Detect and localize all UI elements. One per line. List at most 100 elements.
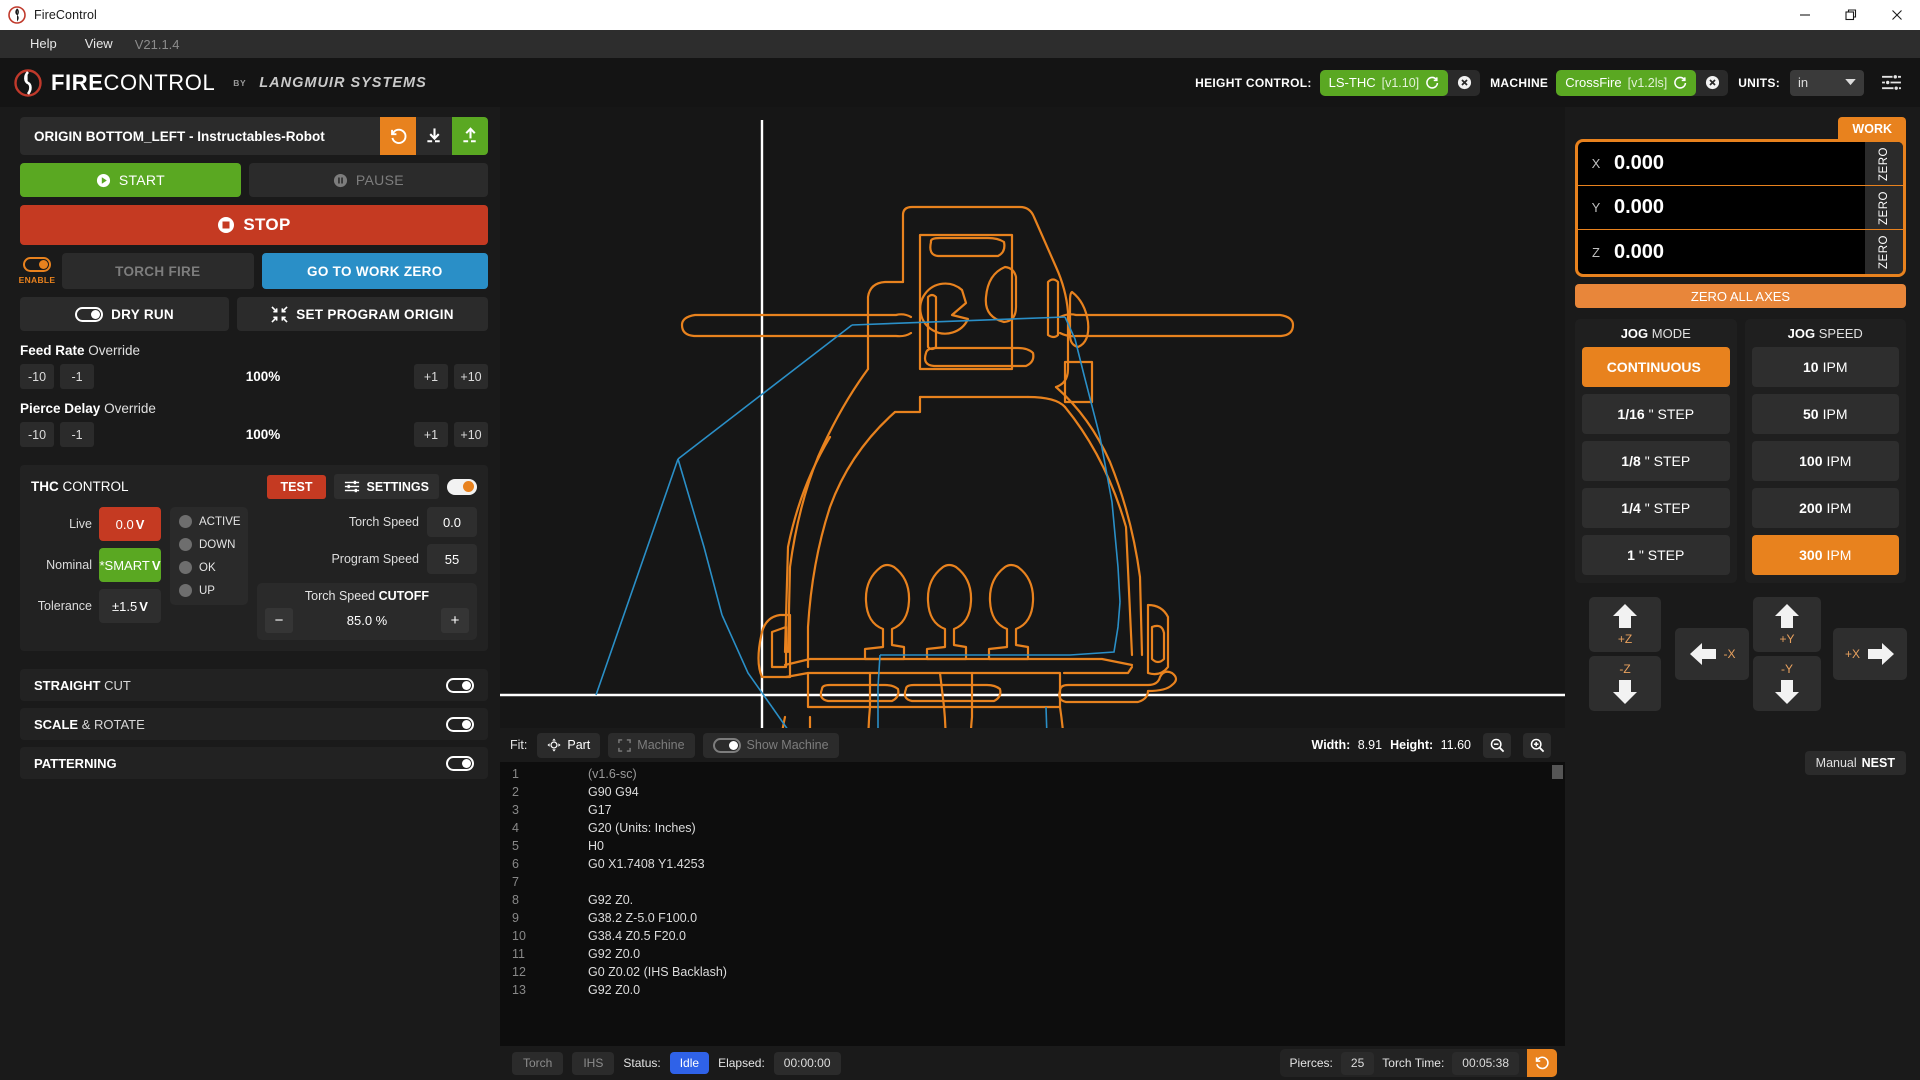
app-settings-icon[interactable] — [1876, 70, 1906, 96]
toolpath-canvas[interactable] — [500, 107, 1565, 728]
fit-part-button[interactable]: Part — [537, 732, 601, 758]
jog-speed-200[interactable]: 200 IPM — [1751, 488, 1899, 528]
show-machine-button[interactable]: Show Machine — [702, 732, 839, 758]
height-control-pill[interactable]: LS-THC [v1.10] — [1319, 69, 1449, 96]
jog-speed-100[interactable]: 100 IPM — [1751, 441, 1899, 481]
file-reset-button[interactable] — [380, 117, 416, 155]
thc-test-button[interactable]: TEST — [266, 474, 327, 499]
pierce-delay-minus-10[interactable]: -10 — [20, 422, 54, 447]
dro-zero-z-button[interactable]: ZERO — [1865, 230, 1903, 274]
thc-settings-button[interactable]: SETTINGS — [334, 474, 439, 499]
pierces-value: 25 — [1340, 1051, 1375, 1075]
dry-run-button[interactable]: DRY RUN — [20, 297, 230, 331]
straight-cut-toggle[interactable] — [446, 677, 474, 693]
jog-mode-rest: MODE — [1651, 326, 1691, 341]
gcode-scrollbar[interactable] — [1552, 765, 1563, 779]
gcode-line-text: G38.4 Z0.5 F20.0 — [588, 929, 686, 943]
jog-mode-step-1-8[interactable]: 1/8 " STEP — [1582, 441, 1730, 481]
menu-item-view[interactable]: View — [71, 30, 127, 58]
jog-x-plus-button[interactable]: +X — [1833, 628, 1907, 680]
jog-x-minus-button[interactable]: -X — [1675, 628, 1749, 680]
pierce-delay-plus-10[interactable]: +10 — [454, 422, 488, 447]
jog-speed-300[interactable]: 300 IPM — [1751, 535, 1899, 575]
dro-zero-x-button[interactable]: ZERO — [1865, 142, 1903, 185]
accordion-patterning[interactable]: PATTERNING — [20, 747, 488, 779]
manual-nest-button[interactable]: Manual NEST — [1804, 751, 1906, 775]
machine-pill[interactable]: CrossFire [v1.2ls] — [1556, 69, 1697, 96]
thc-cutoff-increment[interactable]: + — [440, 608, 469, 633]
jog-z-down-button[interactable]: -Z — [1589, 656, 1661, 711]
thc-cutoff-decrement[interactable]: − — [265, 608, 293, 633]
file-download-button[interactable] — [416, 117, 452, 155]
dro-zero-x-label: ZERO — [1877, 146, 1890, 181]
units-select[interactable]: in — [1790, 69, 1864, 96]
jog-speed-10[interactable]: 10 IPM — [1751, 347, 1899, 387]
accordion-straight-cut-bold: STRAIGHT — [34, 677, 101, 693]
jog-y-up-button[interactable]: +Y — [1753, 597, 1821, 652]
dro-zero-y-button[interactable]: ZERO — [1865, 186, 1903, 229]
dro-value-y[interactable]: 0.000 — [1614, 186, 1865, 229]
enable-toggle[interactable] — [23, 257, 51, 272]
menubar: Help View V21.1.4 — [0, 30, 1920, 58]
thc-header: THC CONTROL TEST SETTINGS — [31, 474, 477, 499]
pause-button[interactable]: PAUSE — [248, 163, 488, 197]
accordion-patterning-bold: PATTERNING — [34, 755, 117, 771]
jog-mode-step-1-16[interactable]: 1/16 " STEP — [1582, 394, 1730, 434]
patterning-toggle[interactable] — [446, 755, 474, 771]
thc-led-down-label: DOWN — [199, 538, 236, 551]
jog-speed-300-rest: IPM — [1826, 547, 1852, 563]
jog-speed-50[interactable]: 50 IPM — [1751, 394, 1899, 434]
accordion-straight-cut[interactable]: STRAIGHT CUT — [20, 669, 488, 701]
thc-live-number: 0.0 — [115, 516, 134, 532]
reset-counters-button[interactable] — [1527, 1049, 1557, 1077]
thc-enable-toggle[interactable] — [447, 478, 477, 495]
enable-toggle-wrap[interactable]: ENABLE — [19, 253, 55, 289]
thc-nominal-value[interactable]: *SMART V — [99, 548, 161, 582]
jog-mode-continuous[interactable]: CONTINUOUS — [1582, 347, 1730, 387]
minimize-icon[interactable] — [1782, 0, 1828, 30]
feed-rate-plus-10[interactable]: +10 — [454, 364, 488, 389]
zero-all-axes-button[interactable]: ZERO ALL AXES — [1575, 284, 1906, 308]
jog-mode-step-1[interactable]: 1 " STEP — [1582, 535, 1730, 575]
feed-rate-plus-1[interactable]: +1 — [414, 364, 448, 389]
thc-cutoff-header: Torch Speed CUTOFF — [265, 589, 469, 603]
jog-speed-200-rest: IPM — [1826, 500, 1852, 516]
thc-tolerance-value[interactable]: ±1.5 V — [99, 589, 161, 623]
gcode-line-number: 13 — [512, 983, 526, 997]
file-upload-button[interactable] — [452, 117, 488, 155]
pierce-delay-minus-1[interactable]: -1 — [60, 422, 94, 447]
feed-rate-minus-10[interactable]: -10 — [20, 364, 54, 389]
thc-nominal-label: Nominal — [46, 558, 92, 572]
accordion-scale-rotate[interactable]: SCALE & ROTATE — [20, 708, 488, 740]
toolpath-preview[interactable] — [500, 107, 1565, 728]
height-control-disconnect-icon[interactable] — [1448, 70, 1480, 96]
zoom-in-button[interactable] — [1523, 732, 1551, 758]
menu-item-help[interactable]: Help — [16, 30, 71, 58]
torch-fire-button[interactable]: TORCH FIRE — [62, 253, 254, 289]
jog-mode-step-1-4-rest: " STEP — [1644, 500, 1691, 516]
feed-rate-minus-1[interactable]: -1 — [60, 364, 94, 389]
maximize-icon[interactable] — [1828, 0, 1874, 30]
dro-value-z[interactable]: 0.000 — [1614, 230, 1865, 274]
close-icon[interactable] — [1874, 0, 1920, 30]
dro-value-x[interactable]: 0.000 — [1614, 142, 1865, 185]
stop-button[interactable]: STOP — [20, 205, 488, 245]
scale-rotate-toggle[interactable] — [446, 716, 474, 732]
jog-z-up-button[interactable]: +Z — [1589, 597, 1661, 652]
fit-machine-button[interactable]: Machine — [608, 732, 695, 758]
pierce-delay-plus-1[interactable]: +1 — [414, 422, 448, 447]
brand-by-label: BY — [233, 78, 247, 88]
jog-y-down-button[interactable]: -Y — [1753, 656, 1821, 711]
machine-label: MACHINE — [1490, 75, 1549, 90]
go-to-work-zero-button[interactable]: GO TO WORK ZERO — [261, 253, 488, 289]
start-button[interactable]: START — [20, 163, 241, 197]
machine-disconnect-icon[interactable] — [1696, 70, 1728, 96]
jog-mode-step-1-4[interactable]: 1/4 " STEP — [1582, 488, 1730, 528]
zoom-out-button[interactable] — [1483, 732, 1511, 758]
app-header: FIRECONTROL BY LANGMUIR SYSTEMS HEIGHT C… — [0, 58, 1920, 107]
set-program-origin-button[interactable]: SET PROGRAM ORIGIN — [237, 297, 488, 331]
thc-program-speed-value: 55 — [427, 544, 477, 574]
program-file-name: ORIGIN BOTTOM_LEFT - Instructables-Robot — [20, 117, 380, 155]
feed-rate-override: Feed Rate Override -10 -1 100% +1 +10 — [20, 343, 488, 389]
gcode-viewer[interactable]: 1 (v1.6-sc) 2 G90 G94 3 G17 4 G20 (Units: In… — [500, 762, 1565, 1046]
